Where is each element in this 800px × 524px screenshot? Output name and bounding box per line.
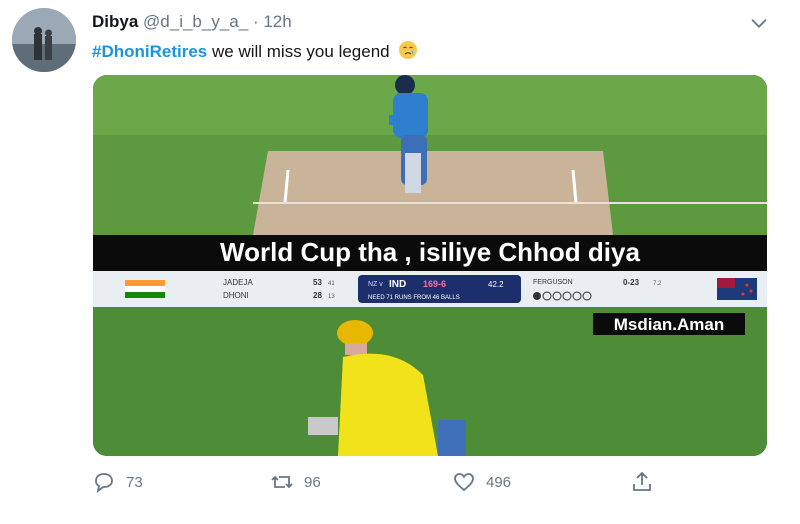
- tweet-time[interactable]: 12h: [263, 12, 291, 31]
- tweet-actions: 73 96 496: [92, 470, 772, 500]
- heart-icon: [454, 473, 474, 492]
- team-left: NZ v: [368, 281, 383, 288]
- reply-button[interactable]: 73: [92, 470, 143, 494]
- chevron-down-icon[interactable]: [748, 12, 770, 34]
- avatar[interactable]: [12, 8, 76, 72]
- overs: 42.2: [488, 280, 504, 289]
- share-button[interactable]: [630, 470, 654, 494]
- new-zealand-flag-icon: [717, 278, 757, 300]
- media-image: World Cup tha , isiliye Chhod diya JADEJ…: [93, 75, 767, 456]
- need-text: NEED 71 RUNS FROM 46 BALLS: [368, 295, 460, 301]
- hashtag-link[interactable]: #DhoniRetires: [92, 42, 207, 61]
- share-icon: [633, 471, 651, 491]
- watermark-text: Msdian.Aman: [614, 315, 725, 334]
- tweet-text: #DhoniRetires we will miss you legend: [92, 40, 418, 62]
- avatar-image: [12, 8, 76, 72]
- bowler-name: FERGUSON: [533, 279, 573, 286]
- reply-count: 73: [126, 473, 143, 491]
- like-button[interactable]: 496: [452, 470, 511, 494]
- tweet-header: Dibya @d_i_b_y_a_ · 12h: [92, 12, 292, 32]
- batsman2-balls: 13: [328, 294, 335, 300]
- crying-face-emoji-icon: [399, 41, 418, 59]
- team-score: 169-6: [423, 279, 446, 289]
- author-handle[interactable]: @d_i_b_y_a_: [143, 12, 248, 31]
- reply-icon: [95, 473, 113, 494]
- separator: ·: [252, 12, 259, 31]
- bowler-overs: 7.2: [653, 281, 662, 287]
- india-flag-icon: [125, 280, 165, 298]
- meme-caption: World Cup tha , isiliye Chhod diya: [220, 237, 640, 267]
- team-name: IND: [389, 279, 406, 290]
- batsman1-name: JADEJA: [223, 278, 253, 287]
- tweet-body: we will miss you legend: [211, 42, 390, 61]
- retweet-icon: [271, 475, 293, 489]
- batsman2-score: 28: [313, 291, 322, 300]
- like-count: 496: [486, 473, 512, 491]
- author-name[interactable]: Dibya: [92, 12, 138, 31]
- tweet-media[interactable]: World Cup tha , isiliye Chhod diya JADEJ…: [93, 75, 767, 456]
- batsman2-name: DHONI: [223, 291, 249, 300]
- batsman1-balls: 41: [328, 281, 335, 287]
- retweet-count: 96: [304, 473, 321, 491]
- batsman1-score: 53: [313, 278, 322, 287]
- retweet-button[interactable]: 96: [270, 470, 321, 494]
- pitch: [253, 151, 613, 235]
- bowler-figures: 0-23: [623, 278, 640, 287]
